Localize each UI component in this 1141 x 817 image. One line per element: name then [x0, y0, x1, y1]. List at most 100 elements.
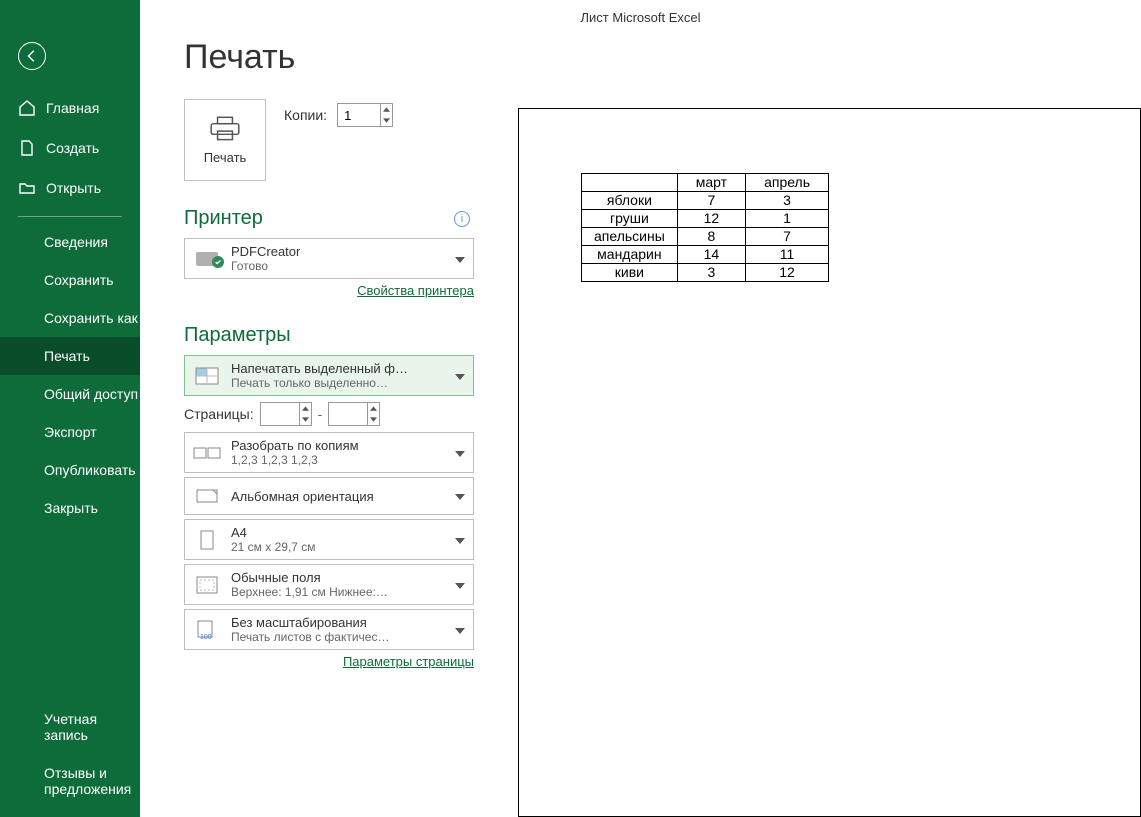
collate-icon: [193, 445, 221, 461]
page-to-input[interactable]: [329, 403, 367, 425]
collate-title: Разобрать по копиям: [231, 438, 445, 453]
printer-name: PDFCreator: [231, 244, 445, 259]
copies-spinner[interactable]: [337, 103, 393, 127]
scale-icon: 100: [193, 620, 221, 640]
page-from-spinner[interactable]: [260, 402, 312, 426]
sidebar-item-info[interactable]: Сведения: [0, 223, 140, 261]
table-cell: 12: [677, 210, 745, 228]
page-title: Печать: [184, 38, 474, 77]
sidebar-item-export[interactable]: Экспорт: [0, 413, 140, 451]
printer-dropdown[interactable]: PDFCreator Готово: [184, 238, 474, 279]
table-cell: 12: [746, 264, 829, 282]
sidebar-item-saveas[interactable]: Сохранить как: [0, 299, 140, 337]
orientation-dropdown[interactable]: Альбомная ориентация: [184, 477, 474, 515]
page-to-dec[interactable]: [368, 414, 379, 425]
sidebar-item-save[interactable]: Сохранить: [0, 261, 140, 299]
table-cell: 3: [746, 192, 829, 210]
table-row: груши121: [582, 210, 829, 228]
sidebar-label: Главная: [46, 100, 99, 116]
copies-input[interactable]: [338, 104, 380, 126]
page-from-inc[interactable]: [300, 403, 311, 414]
table-cell: киви: [582, 264, 678, 282]
printer-heading: Принтер: [184, 207, 263, 230]
copies-increment[interactable]: [381, 104, 392, 115]
sidebar-item-share[interactable]: Общий доступ: [0, 375, 140, 413]
margins-icon: [193, 576, 221, 594]
page-range-dash: -: [318, 406, 323, 422]
print-button-label: Печать: [204, 150, 247, 165]
table-cell: 3: [677, 264, 745, 282]
folder-open-icon: [18, 179, 36, 197]
sidebar-label: Открыть: [46, 180, 101, 196]
sidebar-item-feedback[interactable]: Отзывы и предложения: [0, 754, 140, 817]
svg-text:100: 100: [200, 634, 212, 640]
sidebar-label: Закрыть: [44, 500, 98, 516]
printer-icon: [193, 252, 221, 266]
scaling-sub: Печать листов с фактичес…: [231, 630, 445, 644]
scaling-dropdown[interactable]: 100 Без масштабирования Печать листов с …: [184, 609, 474, 650]
table-cell: 11: [746, 246, 829, 264]
page-setup-link[interactable]: Параметры страницы: [184, 654, 474, 669]
info-icon[interactable]: i: [454, 211, 470, 227]
print-button[interactable]: Печать: [184, 99, 266, 181]
back-button[interactable]: [18, 42, 46, 70]
sidebar-item-print[interactable]: Печать: [0, 337, 140, 375]
table-cell: 8: [677, 228, 745, 246]
table-cell: 7: [677, 192, 745, 210]
collate-dropdown[interactable]: Разобрать по копиям 1,2,3 1,2,3 1,2,3: [184, 432, 474, 473]
printer-properties-link[interactable]: Свойства принтера: [184, 283, 474, 298]
chevron-down-icon: [455, 250, 465, 268]
chevron-down-icon: [455, 621, 465, 639]
file-new-icon: [18, 139, 36, 157]
sidebar-item-home[interactable]: Главная: [0, 88, 140, 128]
chevron-down-icon: [455, 444, 465, 462]
sidebar-item-open[interactable]: Открыть: [0, 168, 140, 208]
chevron-down-icon: [455, 367, 465, 385]
sidebar-label: Сохранить как: [44, 310, 138, 326]
page-icon: [193, 530, 221, 550]
sidebar-item-publish[interactable]: Опубликовать: [0, 451, 140, 489]
sidebar-label: Отзывы и предложения: [44, 765, 140, 797]
paper-title: A4: [231, 525, 445, 540]
table-header: март: [677, 174, 745, 192]
chevron-down-icon: [455, 487, 465, 505]
paper-size-dropdown[interactable]: A4 21 см x 29,7 см: [184, 519, 474, 560]
chevron-down-icon: [455, 576, 465, 594]
scope-title: Напечатать выделенный ф…: [231, 361, 445, 376]
page-from-dec[interactable]: [300, 414, 311, 425]
sidebar-label: Экспорт: [44, 424, 97, 440]
chevron-down-icon: [455, 531, 465, 549]
table-cell: 14: [677, 246, 745, 264]
scaling-title: Без масштабирования: [231, 615, 445, 630]
sidebar-divider: [18, 216, 122, 217]
preview-page: мартапрельяблоки73груши121апельсины8 7 ман…: [519, 109, 1140, 816]
margins-title: Обычные поля: [231, 570, 445, 585]
margins-dropdown[interactable]: Обычные поля Верхнее: 1,91 см Нижнее:…: [184, 564, 474, 605]
sidebar-label: Сведения: [44, 234, 108, 250]
table-cell: мандарин: [582, 246, 678, 264]
table-row: киви312: [582, 264, 829, 282]
collate-sub: 1,2,3 1,2,3 1,2,3: [231, 453, 445, 467]
scope-sub: Печать только выделенно…: [231, 376, 445, 390]
page-to-spinner[interactable]: [328, 402, 380, 426]
arrow-left-icon: [25, 49, 39, 63]
home-icon: [18, 99, 36, 117]
preview-table: мартапрельяблоки73груши121апельсины8 7 ман…: [581, 173, 829, 282]
sidebar-label: Создать: [46, 140, 99, 156]
table-cell: яблоки: [582, 192, 678, 210]
table-cell: апельсины: [582, 228, 678, 246]
copies-decrement[interactable]: [381, 115, 392, 126]
landscape-icon: [193, 488, 221, 504]
print-scope-dropdown[interactable]: Напечатать выделенный ф… Печать только в…: [184, 355, 474, 396]
printer-status: Готово: [231, 259, 445, 273]
table-header: [582, 174, 678, 192]
sidebar-label: Опубликовать: [44, 462, 136, 478]
sidebar-item-new[interactable]: Создать: [0, 128, 140, 168]
sidebar-item-account[interactable]: Учетная запись: [0, 700, 140, 754]
pages-label: Страницы:: [184, 406, 254, 422]
page-from-input[interactable]: [261, 403, 299, 425]
page-to-inc[interactable]: [368, 403, 379, 414]
sidebar-item-close[interactable]: Закрыть: [0, 489, 140, 527]
table-header: апрель: [746, 174, 829, 192]
table-row: яблоки73: [582, 192, 829, 210]
